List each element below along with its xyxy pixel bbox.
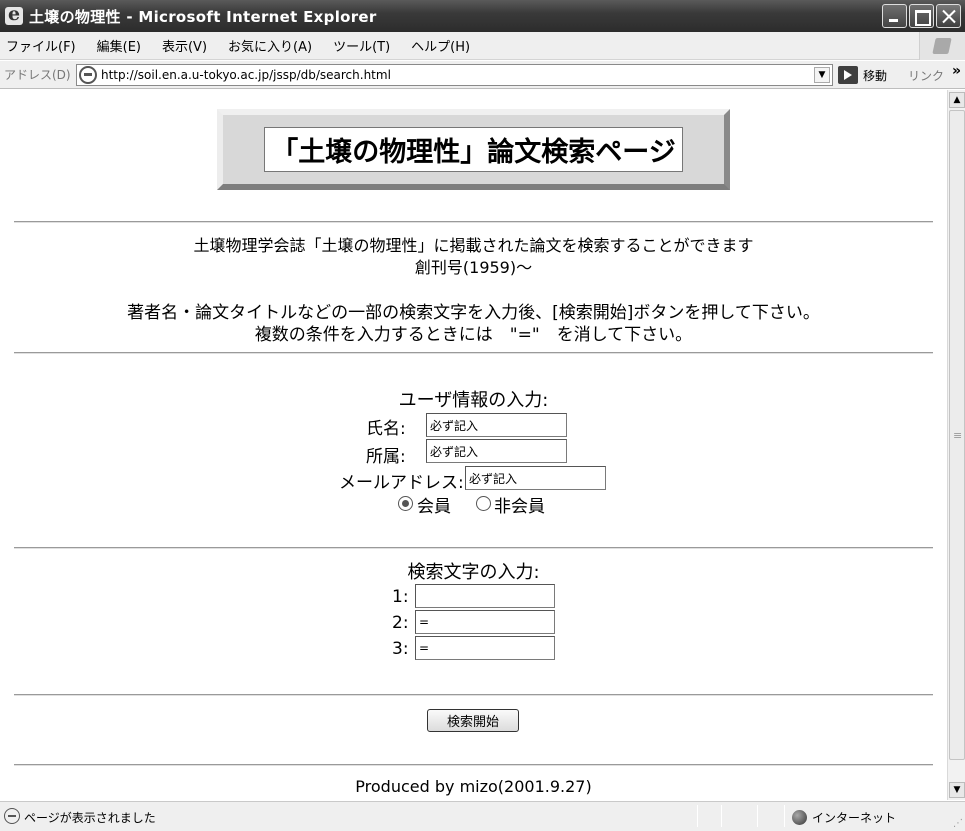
search-field-2-label: 2: [392,613,409,633]
member-label: 会員 [417,497,451,517]
nonmember-label: 非会員 [494,497,545,517]
address-input[interactable]: http://soil.en.a.u-tokyo.ac.jp/jssp/db/s… [76,64,833,86]
menu-view[interactable]: 表示(V) [162,36,207,55]
menu-edit[interactable]: 編集(E) [97,36,141,55]
search-field-1-label: 1: [392,587,409,607]
search-field-3-input[interactable] [415,636,555,660]
security-zone-label: インターネット [812,811,897,825]
page-heading-frame: 「土壌の物理性」論文検索ページ [217,109,730,190]
divider [14,694,933,696]
address-dropdown-icon[interactable]: ▼ [814,67,830,83]
member-radio[interactable] [398,496,413,511]
search-section-title: 検索文字の入力: [407,562,540,583]
search-field-3-label: 3: [392,639,409,659]
status-divider [757,805,758,827]
divider [14,764,933,766]
divider [14,547,933,549]
window-controls [882,4,961,28]
status-divider [784,805,785,827]
maximize-button[interactable] [909,4,934,28]
email-input[interactable] [465,466,606,490]
links-button[interactable]: リンク [908,67,944,84]
address-label: アドレス(D) [4,68,71,82]
name-input[interactable] [426,413,567,437]
menu-bar: ファイル(F) 編集(E) 表示(V) お気に入り(A) ツール(T) ヘルプ(… [0,32,965,60]
go-arrow-icon [838,66,858,84]
menu-tools[interactable]: ツール(T) [333,36,390,55]
name-label: 氏名: [366,419,406,439]
page-content: 「土壌の物理性」論文検索ページ 土壌物理学会誌「土壌の物理性」に掲載された論文を… [0,90,947,800]
window-titlebar[interactable]: 土壌の物理性 - Microsoft Internet Explorer [0,0,965,32]
divider [14,352,933,354]
status-divider [697,805,698,827]
intro-line-1: 土壌物理学会誌「土壌の物理性」に掲載された論文を検索することができます [193,236,754,255]
status-bar: ページが表示されました インターネット ⋰ [0,801,965,831]
intro-line-2: 創刊号(1959)～ [414,258,533,277]
go-button[interactable]: 移動 [838,66,887,84]
close-button[interactable] [936,4,961,28]
email-label: メールアドレス: [339,473,464,493]
ie-page-icon [4,808,20,824]
affiliation-label: 所属: [366,447,406,467]
window-title: 土壌の物理性 - Microsoft Internet Explorer [29,7,377,26]
page-title: 「土壌の物理性」論文検索ページ [264,127,683,172]
address-url[interactable]: http://soil.en.a.u-tokyo.ac.jp/jssp/db/s… [101,68,391,82]
scroll-up-icon[interactable]: ▲ [949,92,965,108]
address-bar: アドレス(D) http://soil.en.a.u-tokyo.ac.jp/j… [0,61,965,89]
nonmember-radio[interactable] [476,496,491,511]
menu-favorites[interactable]: お気に入り(A) [228,36,312,55]
search-field-2-input[interactable] [415,610,555,634]
go-label: 移動 [863,68,888,83]
vertical-scrollbar[interactable]: ▲ ▼ [947,90,965,800]
status-text: ページが表示されました [24,811,156,825]
resize-grip-icon[interactable]: ⋰ [953,818,963,829]
search-start-button[interactable]: 検索開始 [427,709,519,732]
ie-logo-icon [5,3,23,25]
menu-file[interactable]: ファイル(F) [6,36,76,55]
footer-credit: Produced by mizo(2001.9.27) [355,777,592,796]
links-chevron-icon[interactable]: » [952,63,961,79]
status-divider [721,805,722,827]
ie-page-icon [79,66,97,84]
windows-logo-icon [919,32,965,60]
affiliation-input[interactable] [426,439,567,463]
internet-globe-icon [792,810,807,825]
menu-help[interactable]: ヘルプ(H) [411,36,470,55]
scroll-down-icon[interactable]: ▼ [949,782,965,798]
intro-line-4: 複数の条件を入力するときには "=" を消して下さい。 [254,325,693,345]
user-section-title: ユーザ情報の入力: [398,390,549,411]
minimize-button[interactable] [882,4,907,28]
divider [14,221,933,223]
search-field-1-input[interactable] [415,584,555,608]
scroll-thumb[interactable] [949,110,965,760]
